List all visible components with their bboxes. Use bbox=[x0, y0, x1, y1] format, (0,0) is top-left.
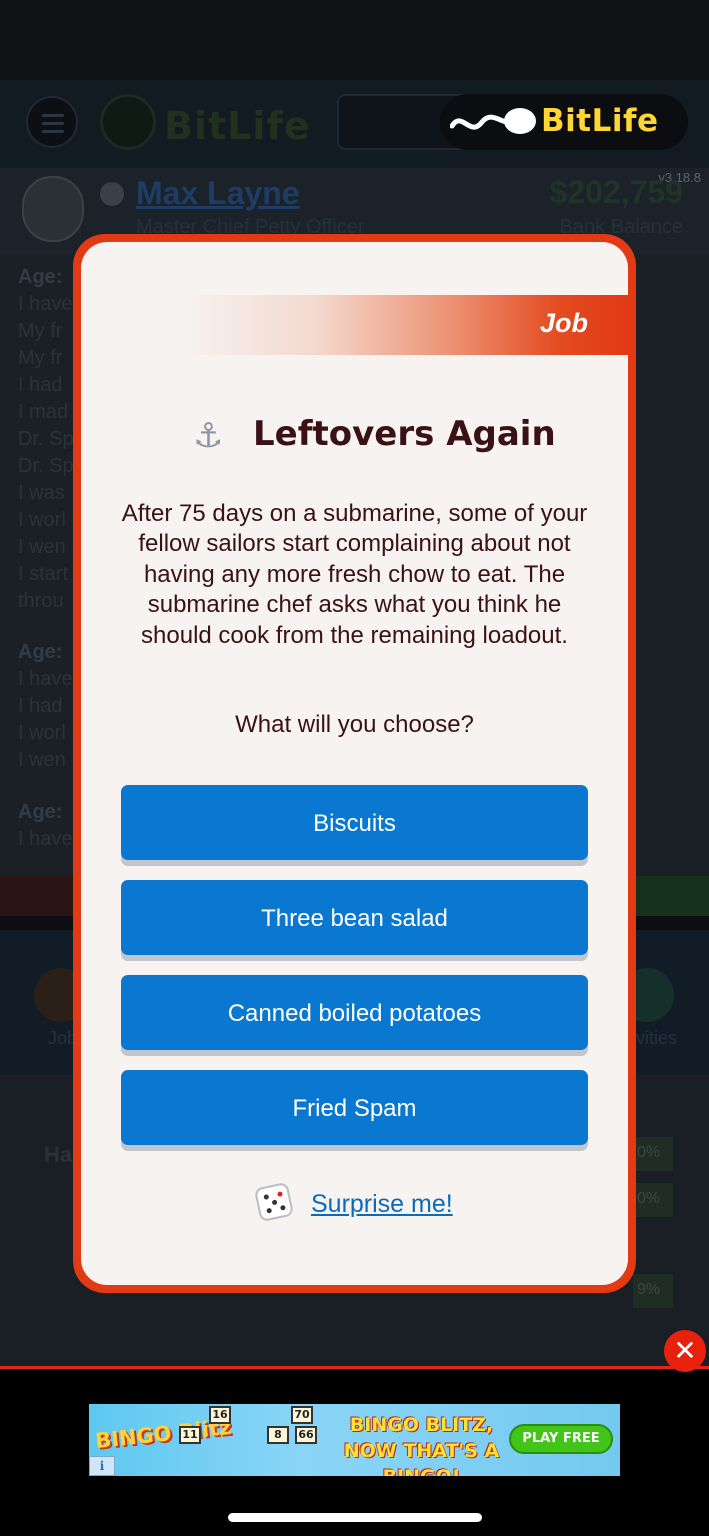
log-line: Age: bbox=[18, 801, 63, 823]
choice-button-fried-spam[interactable]: Fried Spam bbox=[121, 1070, 588, 1145]
log-line: I wen bbox=[18, 749, 66, 771]
ad-tile: 8 bbox=[267, 1426, 289, 1444]
event-modal: Job ⚓ Leftovers Again After 75 days on a… bbox=[81, 242, 628, 1285]
log-line: Age: bbox=[18, 641, 63, 663]
stat-value: 0% bbox=[633, 1183, 673, 1217]
stat-value: 9% bbox=[633, 1274, 673, 1308]
brand-logo-text: BitLife bbox=[541, 103, 659, 139]
bg-logo-text: BitLife bbox=[164, 104, 311, 148]
menu-button bbox=[26, 96, 78, 148]
ad-tile: 66 bbox=[295, 1426, 317, 1444]
avatar bbox=[22, 176, 84, 242]
surprise-me-link[interactable]: Surprise me! bbox=[311, 1190, 453, 1219]
log-line: My fr bbox=[18, 347, 63, 369]
ad-banner[interactable]: BINGO Blitz 16 70 11 8 66 BINGO BLITZ, N… bbox=[89, 1404, 620, 1476]
stat-label: Ha bbox=[44, 1142, 73, 1167]
log-line: I mad bbox=[18, 401, 69, 423]
stat-value: 0% bbox=[633, 1137, 673, 1171]
surprise-row: Surprise me! bbox=[81, 1181, 628, 1228]
log-line: I had bbox=[18, 374, 63, 396]
ad-info-icon[interactable]: i bbox=[89, 1456, 115, 1476]
log-line: I worl bbox=[18, 722, 66, 744]
flag-icon bbox=[100, 182, 124, 206]
log-line: I have bbox=[18, 668, 73, 690]
sperm-logo-icon bbox=[100, 94, 156, 150]
choice-button-canned-boiled-potatoes[interactable]: Canned boiled potatoes bbox=[121, 975, 588, 1050]
dice-icon bbox=[253, 1181, 295, 1223]
category-label: Job bbox=[539, 308, 588, 338]
log-line: I wen bbox=[18, 536, 66, 558]
modal-title-row: ⚓ Leftovers Again bbox=[81, 412, 628, 462]
ad-play-free-button[interactable]: PLAY FREE bbox=[509, 1424, 613, 1454]
modal-prompt: What will you choose? bbox=[235, 711, 474, 738]
log-line: I had bbox=[18, 695, 63, 717]
log-line: My fr bbox=[18, 320, 63, 342]
log-line: I have bbox=[18, 828, 73, 850]
ad-tile: 11 bbox=[179, 1426, 201, 1444]
home-indicator[interactable] bbox=[228, 1513, 482, 1522]
sperm-icon bbox=[450, 108, 536, 134]
ad-headline: BINGO BLITZ, NOW THAT'S A BINGO! bbox=[343, 1414, 500, 1476]
log-line: throu bbox=[18, 590, 64, 612]
ad-tile: 16 bbox=[209, 1406, 231, 1424]
log-line: Age: bbox=[18, 266, 63, 288]
ad-bingo-tiles: 16 70 11 8 66 bbox=[169, 1404, 319, 1476]
choice-button-three-bean-salad[interactable]: Three bean salad bbox=[121, 880, 588, 955]
log-line: Dr. Sp bbox=[18, 455, 74, 477]
modal-body-text: After 75 days on a submarine, some of yo… bbox=[121, 500, 588, 649]
activities-action-label: vities bbox=[636, 1028, 678, 1048]
log-line: I start bbox=[18, 563, 69, 585]
log-line: I have bbox=[18, 293, 73, 315]
bg-app-logo: BitLife bbox=[100, 94, 330, 150]
category-banner: Job bbox=[181, 295, 628, 355]
log-line: I worl bbox=[18, 509, 66, 531]
log-line: Dr. Sp bbox=[18, 428, 74, 450]
choice-button-biscuits[interactable]: Biscuits bbox=[121, 785, 588, 860]
anchor-icon: ⚓ bbox=[193, 417, 224, 455]
character-name: Max Layne bbox=[136, 175, 300, 211]
modal-title: Leftovers Again bbox=[253, 414, 556, 454]
status-bar bbox=[0, 0, 709, 80]
bank-balance: $202,759 bbox=[549, 174, 683, 210]
ad-tile: 70 bbox=[291, 1406, 313, 1424]
ad-close-button[interactable]: ✕ bbox=[664, 1330, 706, 1372]
log-line: I was bbox=[18, 482, 65, 504]
